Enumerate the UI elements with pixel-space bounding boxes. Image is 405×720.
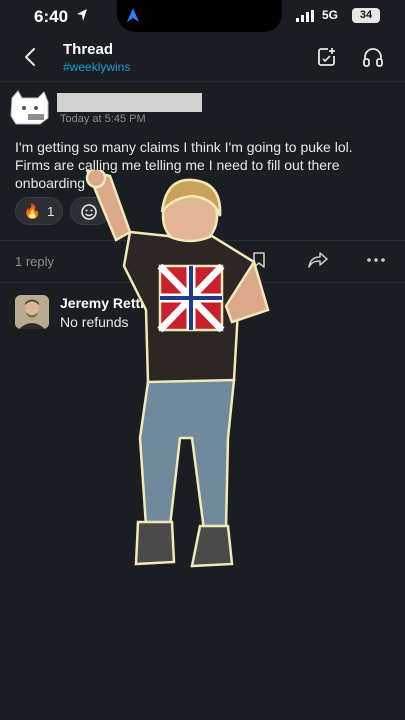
- location-arrow-icon: [77, 9, 87, 21]
- avatar[interactable]: [8, 88, 52, 128]
- reaction-count: 1: [47, 203, 55, 219]
- battery-indicator: 34: [352, 8, 380, 23]
- headphones-icon[interactable]: [362, 46, 384, 68]
- share-icon[interactable]: [308, 251, 328, 269]
- message-timestamp: Today at 5:45 PM: [60, 113, 146, 125]
- reply-avatar[interactable]: [15, 295, 49, 329]
- person-photo: [15, 295, 49, 329]
- status-bar: 6:40 5G 34: [0, 0, 405, 34]
- thread-header: Thread #weeklywins: [0, 34, 405, 82]
- compose-icon[interactable]: [316, 46, 338, 68]
- reply-count: 1 reply: [15, 254, 55, 269]
- status-time: 6:40: [34, 7, 69, 26]
- dynamic-island: [117, 0, 282, 32]
- page-title: Thread: [63, 41, 114, 58]
- chevron-left-icon[interactable]: [20, 46, 42, 68]
- fire-emoji: 🔥: [23, 202, 42, 219]
- network-type: 5G: [322, 8, 339, 22]
- reaction-fire[interactable]: 🔥 1: [15, 197, 63, 225]
- channel-link[interactable]: #weeklywins: [63, 60, 130, 74]
- dancing-kid-sticker: [85, 170, 270, 568]
- redacted-author-name: [57, 93, 202, 112]
- more-horizontal-icon[interactable]: [366, 253, 386, 267]
- navigation-arrow-icon: [127, 8, 139, 22]
- signal-bars-icon: [296, 10, 314, 22]
